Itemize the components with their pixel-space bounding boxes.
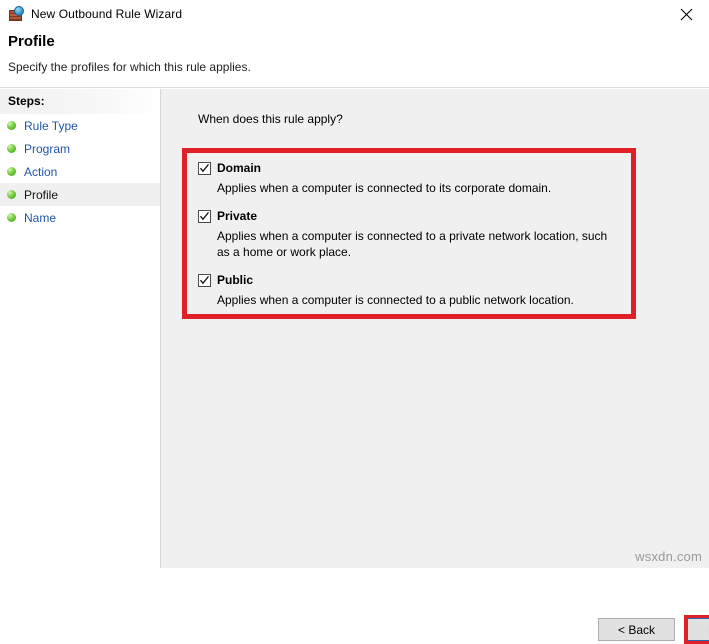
sidebar-item-label: Program [24,141,71,156]
sidebar-item-label: Profile [24,187,59,202]
sidebar-item-rule-type[interactable]: Rule Type [0,114,160,137]
domain-checkbox[interactable] [198,161,211,175]
profile-label: Domain [217,161,262,175]
profile-option-domain[interactable]: Domain Applies when a computer is connec… [198,159,622,196]
profile-label: Public [217,273,254,287]
steps-heading: Steps: [8,94,45,108]
page-header: Profile Specify the profiles for which t… [0,28,709,88]
window-title: New Outbound Rule Wizard [31,7,183,21]
profile-options-group: Domain Applies when a computer is connec… [198,159,622,308]
back-button[interactable]: < Back [598,618,675,641]
watermark: wsxdn.com [635,549,702,564]
private-checkbox[interactable] [198,209,211,223]
step-bullet-icon [7,121,16,130]
step-bullet-icon [7,190,16,199]
steps-list: Rule Type Program Action Profile Name [0,114,160,229]
profile-description: Applies when a computer is connected to … [217,229,608,259]
sidebar-item-name[interactable]: Name [0,206,160,229]
profile-option-public[interactable]: Public Applies when a computer is connec… [198,271,622,308]
step-bullet-icon [7,213,16,222]
step-bullet-icon [7,144,16,153]
sidebar-item-action[interactable]: Action [0,160,160,183]
sidebar-item-label: Action [24,164,58,179]
sidebar-item-label: Name [24,210,57,225]
steps-sidebar: Steps: Rule Type Program Action Profile [0,89,161,568]
title-bar: New Outbound Rule Wizard [0,0,709,28]
sidebar-item-program[interactable]: Program [0,137,160,160]
sidebar-item-label: Rule Type [24,118,78,133]
sidebar-item-profile[interactable]: Profile [0,183,160,206]
profile-label: Private [217,209,258,223]
page-subtitle: Specify the profiles for which this rule… [8,60,251,74]
step-bullet-icon [7,167,16,176]
public-checkbox[interactable] [198,273,211,287]
page-title: Profile [8,33,55,50]
close-icon[interactable] [664,0,709,28]
firewall-globe-icon [8,6,24,22]
new-outbound-rule-wizard-window: New Outbound Rule Wizard Profile Specify… [0,0,709,644]
main-panel: When does this rule apply? Domain Applie… [161,89,709,644]
next-button[interactable]: Next > [687,618,709,641]
profile-description: Applies when a computer is connected to … [217,293,574,307]
question-text: When does this rule apply? [198,112,343,126]
body: Steps: Rule Type Program Action Profile [0,89,709,644]
profile-option-private[interactable]: Private Applies when a computer is conne… [198,207,622,260]
profile-description: Applies when a computer is connected to … [217,181,552,195]
